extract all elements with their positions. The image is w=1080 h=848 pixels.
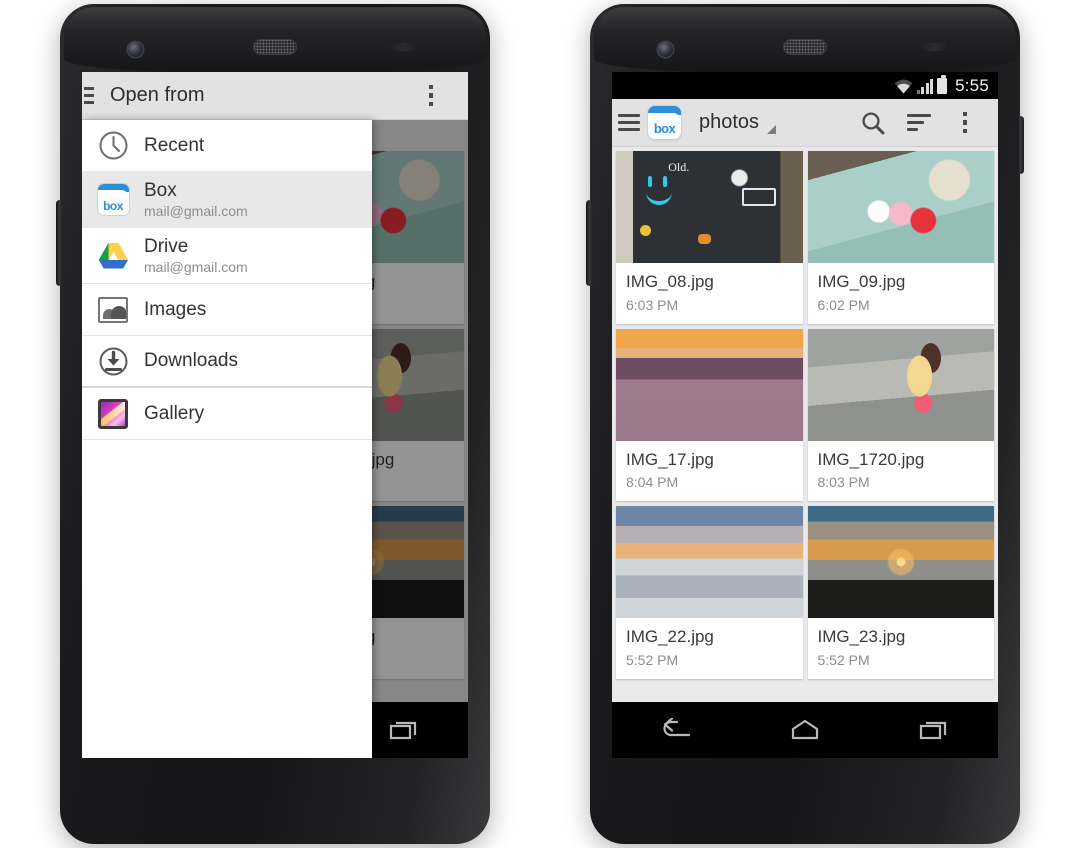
- file-time: 8:03 PM: [817, 474, 870, 491]
- file-meta: IMG_23.jpg 5:52 PM: [808, 618, 995, 679]
- box-logo-text: box: [653, 121, 676, 136]
- file-card[interactable]: IMG_09.jpg 6:02 PM: [807, 151, 995, 324]
- status-bar-right: 5:55: [612, 72, 998, 99]
- drawer-item-label: Downloads: [144, 350, 238, 372]
- volume-button[interactable]: [56, 200, 63, 286]
- file-card[interactable]: Old. IMG_08.jpg 6:03 PM: [616, 151, 803, 324]
- page-title: Open from: [110, 84, 205, 106]
- photo-thumbnail[interactable]: [807, 151, 994, 263]
- file-meta: IMG_22.jpg 5:52 PM: [616, 618, 803, 679]
- screen-right: 5:55 box photos Old. IMG_08.jpg 6:03 PM …: [612, 72, 998, 758]
- earpiece-speaker: [783, 39, 827, 55]
- file-name: IMG_23.jpg: [817, 627, 906, 647]
- volume-button[interactable]: [586, 200, 593, 286]
- file-card[interactable]: IMG_23.jpg 5:52 PM: [807, 506, 995, 679]
- drawer-item-label: Recent: [144, 134, 205, 156]
- box-icon: box: [96, 183, 130, 217]
- signal-icon: [916, 78, 934, 94]
- phone-right: 5:55 box photos Old. IMG_08.jpg 6:03 PM …: [586, 4, 1024, 844]
- wifi-icon: [894, 79, 913, 93]
- earpiece-speaker: [253, 39, 297, 55]
- gallery-icon: [96, 397, 130, 431]
- drawer-item-downloads[interactable]: Downloads: [82, 336, 372, 388]
- phone-left: 5:55 Old.IMG_08.jpg6:03 PMIMG_09.jpg6:02…: [56, 4, 490, 844]
- file-card[interactable]: IMG_17.jpg 8:04 PM: [616, 328, 803, 502]
- drive-icon: [96, 239, 130, 273]
- drawer-item-label: Drive: [144, 235, 189, 257]
- overflow-menu-icon[interactable]: [408, 73, 454, 119]
- drawer-item-recent[interactable]: Recent: [82, 120, 372, 172]
- chooser-toolbar: Open from: [82, 72, 468, 120]
- chalk-caption: Old.: [668, 159, 690, 174]
- battery-icon: [937, 74, 948, 94]
- home-icon[interactable]: [774, 710, 836, 750]
- file-time: 6:03 PM: [626, 296, 679, 313]
- images-icon: [96, 293, 130, 327]
- hamburger-icon[interactable]: [616, 114, 642, 131]
- clock-icon: [96, 129, 130, 163]
- file-card[interactable]: IMG_1720.jpg 8:03 PM: [807, 328, 995, 502]
- screen-left: 5:55 Old.IMG_08.jpg6:03 PMIMG_09.jpg6:02…: [82, 72, 468, 758]
- drawer-item-images[interactable]: Images: [82, 284, 372, 336]
- photo-thumbnail[interactable]: [616, 328, 803, 441]
- file-time: 5:52 PM: [817, 651, 870, 668]
- file-name: IMG_1720.jpg: [817, 449, 925, 469]
- drawer-item-text: Downloads: [144, 350, 238, 372]
- recents-icon[interactable]: [373, 710, 435, 750]
- file-time: 6:02 PM: [817, 296, 870, 313]
- back-icon[interactable]: [645, 710, 707, 750]
- screenshot-stage: 5:55 Old. IMG_08.jpg 6:03 PM IMG_09.jpg 6:02…: [0, 0, 1080, 848]
- file-meta: IMG_09.jpg 6:02 PM: [808, 263, 995, 324]
- drawer-item-gallery[interactable]: Gallery: [82, 388, 372, 440]
- downloads-icon: [96, 344, 130, 378]
- proximity-sensor: [390, 43, 420, 51]
- file-name: IMG_22.jpg: [626, 627, 714, 647]
- folder-title[interactable]: photos: [699, 111, 759, 134]
- front-camera: [658, 42, 673, 57]
- file-time: 5:52 PM: [626, 651, 679, 668]
- recents-icon[interactable]: [903, 710, 965, 750]
- photo-thumbnail[interactable]: [807, 328, 994, 441]
- drawer-item-text: Box mail@gmail.com: [144, 180, 248, 220]
- file-time: 8:04 PM: [626, 474, 679, 491]
- drawer-item-account: mail@gmail.com: [144, 259, 248, 276]
- hamburger-icon[interactable]: [84, 87, 94, 104]
- dropdown-caret-icon[interactable]: [767, 125, 777, 134]
- search-icon[interactable]: [850, 100, 896, 146]
- photo-thumbnail[interactable]: [807, 506, 994, 619]
- file-meta: IMG_1720.jpg 8:03 PM: [808, 441, 995, 502]
- drawer-item-drive[interactable]: Drive mail@gmail.com: [82, 228, 372, 284]
- app-toolbar: box photos: [612, 99, 998, 147]
- drawer-item-account: mail@gmail.com: [144, 203, 248, 220]
- drawer-item-text: Drive mail@gmail.com: [144, 236, 248, 276]
- file-card[interactable]: IMG_22.jpg 5:52 PM: [616, 506, 803, 679]
- photo-thumbnail[interactable]: [616, 506, 803, 619]
- drawer-item-label: Images: [144, 298, 207, 320]
- file-meta: IMG_17.jpg 8:04 PM: [616, 441, 803, 502]
- status-icons: [894, 74, 948, 94]
- photo-grid: Old. IMG_08.jpg 6:03 PM IMG_09.jpg 6:02 PM IM…: [612, 147, 998, 679]
- open-from-drawer: Recent box Box mail@gmail.com Drive mail@gmai…: [82, 120, 372, 758]
- drawer-item-label: Gallery: [144, 402, 205, 424]
- status-time: 5:55: [955, 75, 989, 95]
- proximity-sensor: [920, 43, 950, 51]
- drawer-item-label: Box: [144, 179, 177, 201]
- sort-icon[interactable]: [896, 100, 942, 146]
- photo-thumbnail[interactable]: Old.: [616, 151, 803, 263]
- front-camera: [128, 42, 143, 57]
- file-name: IMG_09.jpg: [817, 272, 906, 291]
- power-button[interactable]: [1017, 116, 1024, 174]
- drawer-item-text: Images: [144, 299, 206, 321]
- file-name: IMG_08.jpg: [626, 272, 714, 291]
- overflow-menu-icon[interactable]: [942, 100, 988, 146]
- box-app: box photos Old. IMG_08.jpg 6:03 PM IMG_0…: [612, 99, 998, 702]
- file-name: IMG_17.jpg: [626, 449, 714, 469]
- drawer-item-text: Gallery: [144, 403, 204, 425]
- file-meta: IMG_08.jpg 6:03 PM: [616, 263, 803, 324]
- box-logo[interactable]: box: [648, 106, 681, 139]
- drawer-item-box[interactable]: box Box mail@gmail.com: [82, 172, 372, 228]
- navigation-bar-right: [612, 702, 998, 758]
- drawer-item-text: Recent: [144, 135, 204, 157]
